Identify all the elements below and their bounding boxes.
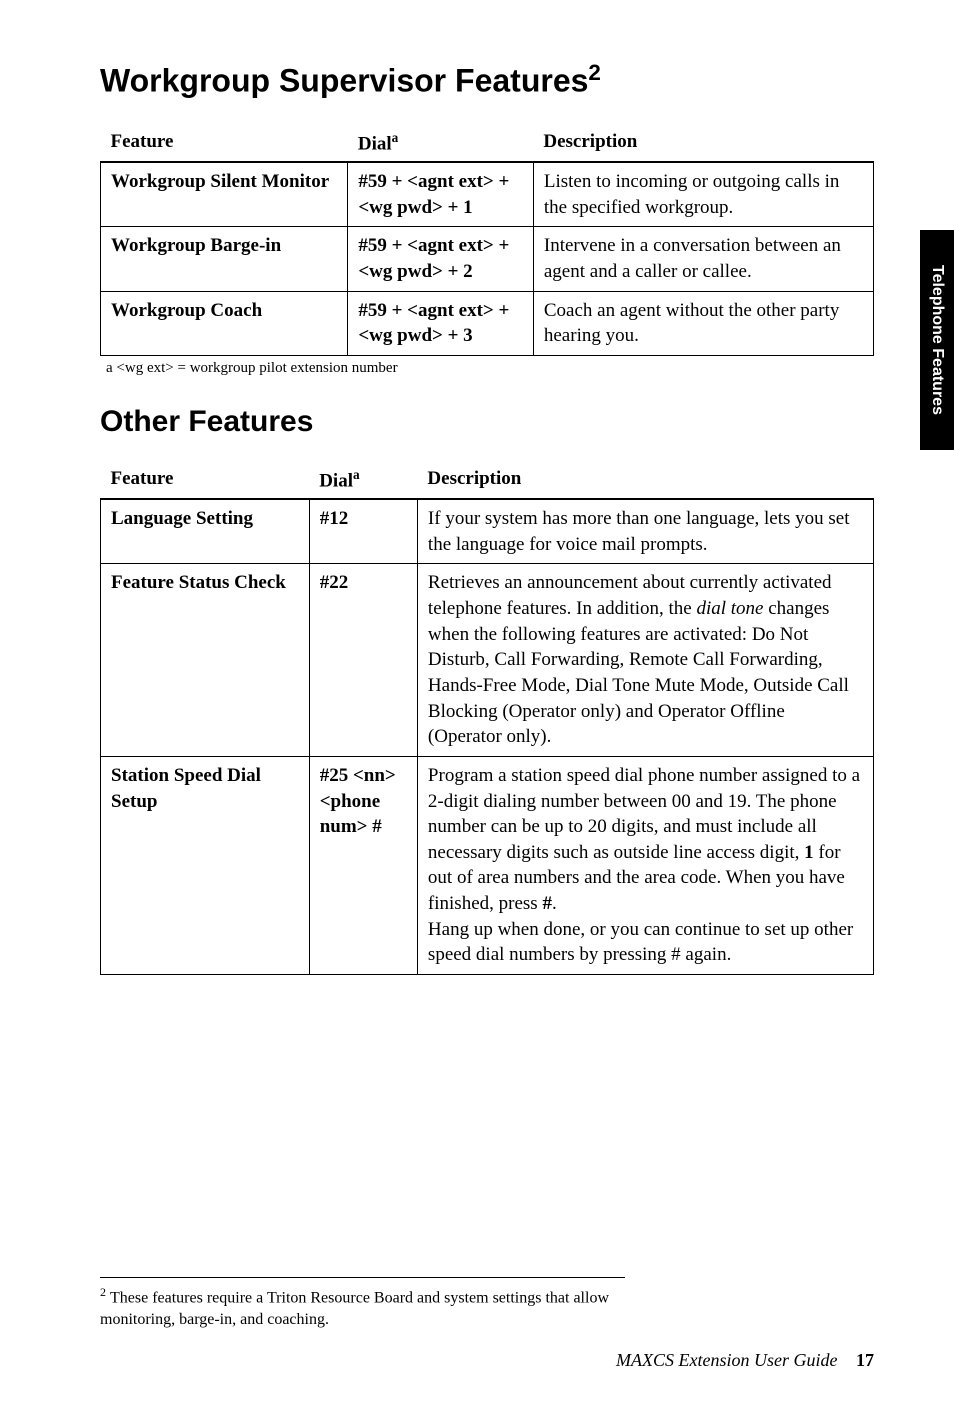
table-row: Workgroup Barge-in#59 + <agnt ext> +<wg …	[101, 227, 874, 291]
cell-dial: #22	[309, 564, 417, 756]
table2-header-feature: Feature	[101, 461, 310, 499]
cell-desc: If your system has more than one languag…	[417, 499, 873, 564]
footnote-text: These features require a Triton Resource…	[100, 1290, 609, 1329]
dial2-header-text: Dial	[319, 470, 353, 491]
heading-other-features: Other Features	[100, 405, 874, 439]
table2-header-desc: Description	[417, 461, 873, 499]
cell-dial: #59 + <agnt ext> +<wg pwd> + 1	[348, 162, 534, 227]
cell-dial: #59 + <agnt ext> +<wg pwd> + 3	[348, 291, 534, 355]
heading-sup: 2	[588, 60, 600, 85]
cell-feature: Language Setting	[101, 499, 310, 564]
cell-desc: Intervene in a conversation between an a…	[533, 227, 873, 291]
cell-dial: #12	[309, 499, 417, 564]
heading-workgroup-supervisor: Workgroup Supervisor Features2	[100, 60, 874, 100]
cell-feature: Station Speed Dial Setup	[101, 756, 310, 974]
table1-header-dial: Diala	[348, 124, 534, 162]
cell-desc: Retrieves an announcement about currentl…	[417, 564, 873, 756]
dial-header-sup: a	[392, 130, 399, 145]
table-row: Workgroup Coach#59 + <agnt ext> +<wg pwd…	[101, 291, 874, 355]
table1-header-feature: Feature	[101, 124, 348, 162]
dial-header-text: Dial	[358, 133, 392, 154]
footnote-num: 2	[100, 1285, 106, 1299]
table-row: Workgroup Silent Monitor#59 + <agnt ext>…	[101, 162, 874, 227]
table-row: Language Setting#12If your system has mo…	[101, 499, 874, 564]
dial2-header-sup: a	[353, 467, 360, 482]
footer-page-number: 17	[856, 1350, 874, 1370]
page-footer: MAXCS Extension User Guide 17	[616, 1350, 874, 1371]
cell-dial: #25 <nn> <phone num> #	[309, 756, 417, 974]
table-other-features: Feature Diala Description Language Setti…	[100, 461, 874, 975]
cell-desc: Listen to incoming or outgoing calls in …	[533, 162, 873, 227]
table1-footnote: a <wg ext> = workgroup pilot extension n…	[100, 360, 874, 377]
cell-feature: Workgroup Barge-in	[101, 227, 348, 291]
cell-feature: Feature Status Check	[101, 564, 310, 756]
cell-dial: #59 + <agnt ext> +<wg pwd> + 2	[348, 227, 534, 291]
table-workgroup-features: Feature Diala Description Workgroup Sile…	[100, 124, 874, 356]
footer-guide: MAXCS Extension User Guide	[616, 1350, 837, 1370]
heading-text: Workgroup Supervisor Features	[100, 63, 588, 99]
table-row: Feature Status Check#22Retrieves an anno…	[101, 564, 874, 756]
table2-header-dial: Diala	[309, 461, 417, 499]
side-tab-telephone-features: Telephone Features	[920, 230, 954, 450]
cell-desc: Program a station speed dial phone numbe…	[417, 756, 873, 974]
table1-header-desc: Description	[533, 124, 873, 162]
cell-desc: Coach an agent without the other party h…	[533, 291, 873, 355]
cell-feature: Workgroup Silent Monitor	[101, 162, 348, 227]
cell-feature: Workgroup Coach	[101, 291, 348, 355]
table-row: Station Speed Dial Setup#25 <nn> <phone …	[101, 756, 874, 974]
page-footnote: 2These features require a Triton Resourc…	[100, 1277, 625, 1331]
